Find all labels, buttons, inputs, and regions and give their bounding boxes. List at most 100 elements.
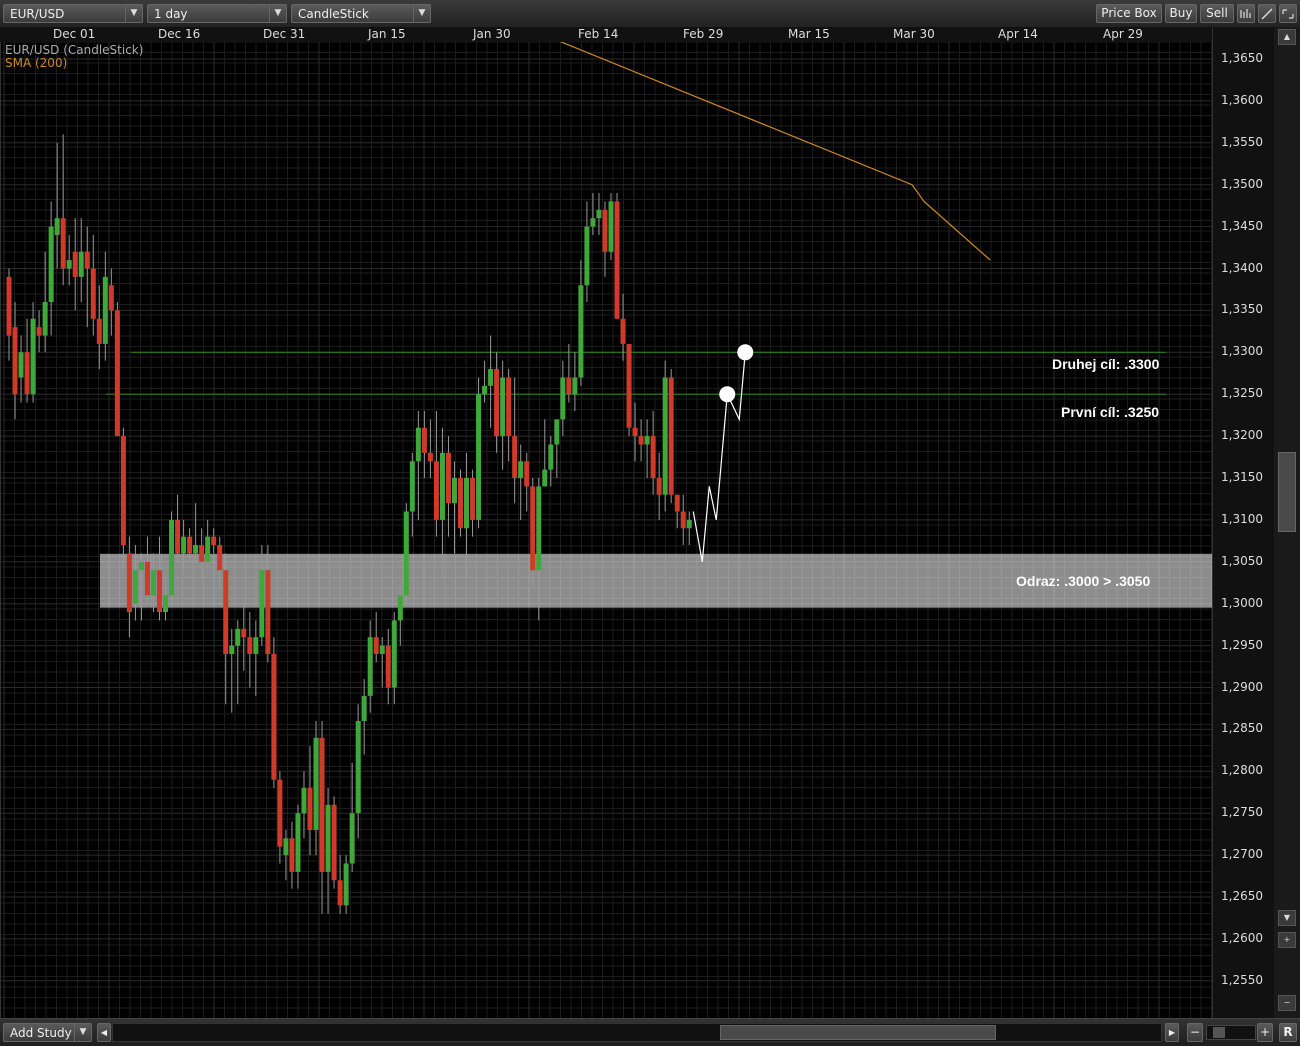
time-axis-label: Apr 14 [998, 27, 1038, 41]
candle-body [403, 511, 409, 596]
candle-body [265, 570, 271, 654]
horizontal-scroll-thumb[interactable] [720, 1025, 996, 1040]
time-axis: Dec 01 Dec 16 Dec 31 Jan 15 Jan 30 Feb 14 Feb … [0, 27, 1212, 42]
series-legend: EUR/USD (CandleStick) [5, 43, 144, 57]
candle-body [361, 695, 367, 722]
price-box-button[interactable]: Price Box [1096, 4, 1162, 23]
scroll-up-icon[interactable]: ▲ [1278, 29, 1296, 45]
chart-area[interactable] [0, 42, 1213, 1018]
candle-body [373, 637, 379, 654]
buy-button[interactable]: Buy [1165, 4, 1197, 23]
price-axis-label: 1,3250 [1221, 386, 1263, 401]
candle-body [433, 461, 439, 520]
sma-200-line [559, 42, 991, 261]
candle-body [72, 251, 78, 277]
candle-body [295, 813, 301, 872]
candle-body [343, 863, 349, 906]
candle-body [674, 494, 680, 512]
candle-body [686, 519, 692, 529]
target2-label: Druhej cíl: .3300 [1052, 356, 1160, 372]
chart-type-select[interactable]: CandleStick ▼ [291, 4, 431, 23]
candle-body [223, 570, 229, 654]
scroll-left-icon[interactable]: ◀ [97, 1023, 111, 1042]
target1-marker [719, 386, 736, 403]
candle-body [205, 536, 211, 562]
candle-body [54, 218, 60, 235]
status-bar: Add Study ▼ ◀ ▶ − + R [0, 1018, 1300, 1046]
candle-body [409, 461, 415, 512]
sma-legend: SMA (200) [5, 56, 68, 70]
candle-body [126, 553, 132, 613]
candle-body [680, 511, 686, 529]
time-axis-label: Apr 29 [1103, 27, 1143, 41]
candle-body [470, 478, 476, 520]
fullscreen-icon[interactable] [1279, 4, 1297, 23]
zoom-in-icon[interactable]: + [1278, 932, 1296, 948]
draw-line-icon[interactable] [1258, 4, 1276, 23]
candle-body [229, 645, 235, 654]
price-axis-label: 1,3650 [1221, 51, 1263, 65]
candle-body [18, 352, 24, 378]
candle-body [620, 318, 626, 344]
candle-body [66, 260, 72, 269]
time-axis-label: Dec 16 [158, 27, 201, 41]
scroll-thumb[interactable] [1278, 452, 1296, 532]
candle-body [385, 645, 391, 688]
bars-icon[interactable] [1237, 4, 1255, 23]
time-axis-label: Dec 31 [263, 27, 306, 41]
scroll-down-icon[interactable]: ▼ [1278, 910, 1296, 926]
candle-body [626, 343, 632, 428]
candle-body [42, 302, 48, 336]
zoom-out-time-icon[interactable]: − [1187, 1023, 1203, 1042]
projection-path [692, 352, 746, 562]
candle-body [379, 645, 385, 654]
zoom-out-icon[interactable]: − [1278, 995, 1296, 1011]
chevron-down-icon: ▼ [74, 1024, 91, 1041]
candle-body [662, 377, 668, 495]
candle-body [301, 788, 307, 814]
reset-button[interactable]: R [1279, 1023, 1297, 1042]
sell-button[interactable]: Sell [1200, 4, 1234, 23]
candle-body [217, 545, 223, 571]
price-axis-label: 1,2900 [1221, 679, 1263, 694]
zoom-slider-handle[interactable] [1213, 1027, 1225, 1038]
price-axis-label: 1,3450 [1221, 218, 1263, 233]
chevron-down-icon: ▼ [413, 5, 430, 22]
candle-body [36, 327, 42, 336]
candle-body [464, 478, 470, 529]
vertical-scrollbar[interactable]: ▲ ▼ + − [1274, 27, 1300, 1018]
price-axis-label: 1,3400 [1221, 260, 1263, 275]
interval-select[interactable]: 1 day ▼ [147, 4, 287, 23]
price-axis-label: 1,2650 [1221, 889, 1263, 903]
chevron-down-icon: ▼ [125, 5, 142, 22]
candle-body [656, 478, 662, 495]
candle-body [578, 285, 584, 378]
price-axis-label: 1,3150 [1221, 470, 1263, 484]
candle-body [367, 637, 373, 696]
candle-body [247, 637, 253, 654]
toolbar: EUR/USD ▼ 1 day ▼ CandleStick ▼ Price Bo… [0, 0, 1300, 28]
candle-body [277, 779, 283, 847]
price-axis-label: 1,3300 [1221, 344, 1263, 359]
candle-body [169, 519, 175, 596]
scroll-right-icon[interactable]: ▶ [1165, 1023, 1179, 1042]
price-axis-label: 1,3500 [1221, 176, 1263, 191]
zoom-in-time-icon[interactable]: + [1257, 1023, 1273, 1042]
horizontal-scroll-track[interactable] [112, 1023, 1162, 1042]
add-study-select[interactable]: Add Study ▼ [3, 1023, 92, 1042]
candle-body [24, 352, 30, 395]
symbol-select[interactable]: EUR/USD ▼ [3, 4, 143, 23]
candle-body [476, 394, 482, 520]
zoom-slider[interactable] [1206, 1025, 1256, 1040]
candle-body [48, 226, 54, 303]
candle-body [391, 620, 397, 688]
price-axis[interactable]: 1,3650 1,3600 1,3550 1,3500 1,3450 1,3400 1,33… [1212, 27, 1275, 1018]
time-axis-label: Mar 30 [893, 27, 935, 41]
candle-body [102, 276, 108, 344]
candle-body [355, 721, 361, 814]
candle-body [530, 486, 536, 571]
candle-body [313, 737, 319, 830]
candle-body [12, 327, 18, 395]
candle-body [584, 226, 590, 286]
time-axis-label: Feb 29 [683, 27, 724, 41]
